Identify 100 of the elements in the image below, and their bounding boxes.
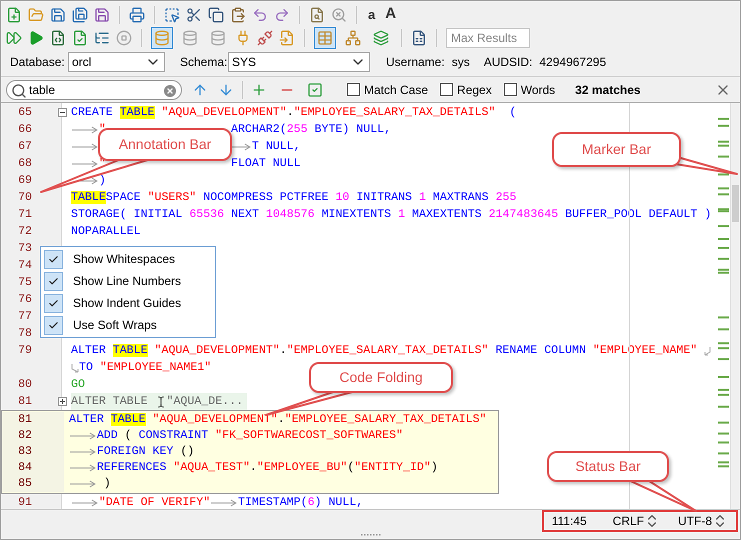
audsid-value: 4294967295 (539, 54, 606, 70)
schema-dropdown[interactable]: SYS (228, 52, 370, 72)
unplug-icon[interactable] (257, 30, 273, 46)
checkbox-label: Regex (457, 82, 492, 98)
code-text: ARCHAR2(255 BYTE) NULL, (231, 122, 392, 138)
check-icon (48, 298, 59, 308)
check-icon (48, 254, 59, 264)
code-text: ) (98, 172, 106, 189)
line-number: 67 (18, 140, 32, 153)
check-icon (48, 276, 59, 286)
max-results-field[interactable]: Max Results (446, 28, 530, 48)
paste-icon[interactable] (230, 6, 246, 22)
line-number: 77 (18, 310, 32, 323)
select-icon[interactable] (164, 6, 180, 22)
redo-icon[interactable] (274, 6, 290, 22)
spreadsheet-icon[interactable] (411, 30, 427, 46)
toggle-button[interactable] (151, 26, 173, 48)
line-number: 72 (18, 224, 32, 238)
save-icon[interactable] (94, 6, 110, 22)
search-field[interactable]: table (6, 80, 182, 100)
play-icon[interactable] (28, 30, 44, 46)
stop-icon[interactable] (116, 30, 132, 46)
add-occurrence-icon[interactable] (251, 82, 267, 98)
line-number: 81 (18, 394, 32, 408)
printer-icon[interactable] (129, 6, 145, 22)
wrap-continuation-icon (71, 362, 79, 372)
database-icon (182, 30, 198, 46)
menu-item[interactable]: Show Line Numbers (41, 270, 215, 292)
next-match-icon[interactable] (218, 82, 234, 98)
script-icon[interactable] (50, 30, 66, 46)
file-input-icon[interactable] (279, 30, 295, 46)
line-number: 91 (18, 496, 32, 509)
code-text: TO "EMPLOYEE_NAME1" (79, 360, 212, 376)
tab-arrow-icon (71, 142, 99, 150)
code-text: GO (71, 376, 85, 393)
code-text: REFERENCES "AQUA_TEST"."EMPLOYEE_BU"("ENTITY_ID") (96, 460, 438, 476)
resize-grip-icon[interactable] (360, 534, 380, 537)
line-number: 85 (18, 477, 32, 490)
database-label: Database: (10, 54, 66, 70)
line-number: 69 (18, 174, 32, 187)
select-occurrences-icon[interactable] (307, 82, 323, 98)
database-icon (154, 30, 170, 46)
find-clear-icon[interactable] (331, 6, 347, 22)
line-number: 74 (18, 258, 32, 272)
fold-expand-icon[interactable] (58, 397, 66, 406)
tab-arrow-icon (69, 480, 97, 488)
font-smaller-button[interactable]: a (366, 4, 378, 24)
run-all-icon[interactable] (6, 30, 22, 46)
code-text: "AQUA_DE... (166, 394, 244, 410)
menu-item[interactable]: Use Soft Wraps (41, 314, 215, 336)
line-number: 65 (18, 106, 32, 119)
line-number: 68 (18, 156, 32, 170)
line-number: 79 (18, 344, 32, 357)
line-ending-selector[interactable]: CRLF (612, 512, 660, 530)
save-all-icon[interactable] (72, 6, 88, 22)
list-tree-icon[interactable] (94, 30, 110, 46)
line-number: 84 (18, 461, 32, 474)
find-icon[interactable] (309, 6, 325, 22)
database-icon (210, 30, 226, 46)
code-text: T NULL, (252, 138, 301, 155)
toggle-button[interactable] (314, 26, 336, 48)
line-number: 70 (18, 190, 32, 204)
match-count: 32 matches (575, 82, 641, 98)
table-icon (317, 30, 333, 46)
encoding-selector[interactable]: UTF-8 (678, 512, 728, 530)
line-number: 83 (18, 445, 32, 458)
code-text: " (98, 122, 106, 138)
cut-icon[interactable] (186, 6, 202, 22)
database-dropdown[interactable]: orcl (68, 52, 165, 72)
font-larger-button[interactable]: A (383, 3, 398, 26)
tab-arrow-icon (69, 448, 97, 456)
username-value: sys (452, 54, 470, 70)
checkbox[interactable] (440, 83, 454, 96)
fold-collapse-icon[interactable] (58, 108, 66, 117)
save-icon[interactable] (50, 6, 66, 22)
menu-item[interactable]: Show Whitespaces (41, 248, 215, 270)
scrollbar-thumb[interactable] (732, 185, 739, 222)
tab-arrow-icon (71, 126, 99, 134)
network-icon (345, 30, 361, 46)
search-icon (11, 82, 27, 98)
checkbox[interactable] (504, 83, 517, 96)
code-text: FOREIGN KEY () (96, 444, 194, 460)
new-file-icon[interactable] (6, 6, 22, 22)
callout: Status Bar (547, 451, 669, 482)
menu-item[interactable]: Show Indent Guides (41, 292, 215, 314)
file-check-icon[interactable] (72, 30, 88, 46)
line-number: 80 (18, 378, 32, 391)
code-text: STORAGE( INITIAL 65536 NEXT 1048576 MINEXTENTS 1 MAXEXTENTS 2147483645 BUFFER_POOL DEFAULT ) (71, 206, 712, 223)
code-text: TIMESTAMP(6) NULL, (238, 494, 364, 509)
check-icon (48, 320, 59, 330)
previous-match-icon[interactable] (192, 82, 208, 98)
code-text: NOPARALLEL (71, 224, 141, 240)
undo-icon[interactable] (252, 6, 268, 22)
code-text: "DATE OF VERIFY" (98, 494, 210, 509)
checkbox[interactable] (347, 83, 360, 96)
copy-icon[interactable] (208, 6, 224, 22)
cursor-position: 111:45 (552, 513, 587, 530)
folder-icon[interactable] (28, 6, 44, 22)
code-text: FLOAT NULL (231, 156, 301, 172)
code-text: TABLESPACE "USERS" NOCOMPRESS PCTFREE 10 INITRANS 1 MAXTRANS 255 (71, 190, 516, 206)
